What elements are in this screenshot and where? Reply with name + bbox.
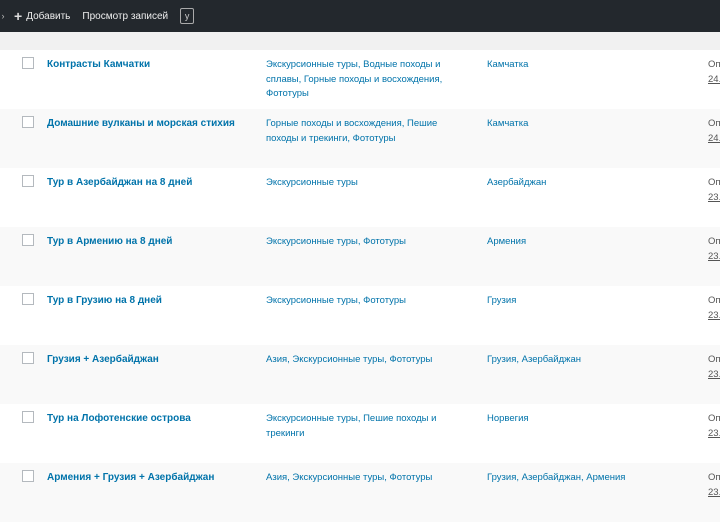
post-status: Оп [708,295,720,306]
post-region[interactable]: Норвегия [487,412,687,427]
post-status: Оп [708,59,720,70]
post-categories[interactable]: Экскурсионные туры, Пешие походы и треки… [266,412,466,441]
post-date[interactable]: 23. [708,191,720,206]
add-new-label: Добавить [26,10,71,22]
post-categories[interactable]: Горные походы и восхождения, Пешие поход… [266,117,466,146]
post-categories[interactable]: Азия, Экскурсионные туры, Фототуры [266,353,466,368]
post-title-link[interactable]: Грузия + Азербайджан [47,353,257,367]
post-title-link[interactable]: Тур в Армению на 8 дней [47,235,257,249]
post-date[interactable]: 23. [708,427,720,442]
post-region[interactable]: Камчатка [487,117,687,132]
list-top-spacer [0,32,720,50]
post-date-cell: Оп 23. [708,353,720,382]
post-title-link[interactable]: Домашние вулканы и морская стихия [47,117,257,131]
table-row: Тур в Азербайджан на 8 дней Экскурсионны… [0,168,720,227]
post-categories[interactable]: Экскурсионные туры, Фототуры [266,294,466,309]
post-title-link[interactable]: Тур на Лофотенские острова [47,412,257,426]
yoast-seo-button[interactable]: y [180,8,195,24]
post-date[interactable]: 24. [708,132,720,147]
row-checkbox[interactable] [22,116,34,128]
post-title-link[interactable]: Тур в Грузию на 8 дней [47,294,257,308]
post-date-cell: Оп 23. [708,235,720,264]
menu-arrow-icon[interactable]: › [0,9,6,23]
post-date[interactable]: 23. [708,309,720,324]
post-title-link[interactable]: Армения + Грузия + Азербайджан [47,471,257,485]
post-date-cell: Оп 23. [708,176,720,205]
post-date[interactable]: 23. [708,250,720,265]
post-region[interactable]: Камчатка [487,58,687,73]
table-row: Домашние вулканы и морская стихия Горные… [0,109,720,168]
post-region[interactable]: Азербайджан [487,176,687,191]
post-status: Оп [708,236,720,247]
post-region[interactable]: Грузия [487,294,687,309]
post-date[interactable]: 24. [708,73,720,88]
post-title-link[interactable]: Тур в Азербайджан на 8 дней [47,176,257,190]
row-checkbox[interactable] [22,175,34,187]
view-posts-label: Просмотр записей [82,10,169,22]
yoast-icon: y [180,8,195,24]
post-categories[interactable]: Экскурсионные туры, Фототуры [266,235,466,250]
add-new-button[interactable]: + Добавить [14,8,70,24]
post-date-cell: Оп 24. [708,58,720,87]
post-date-cell: Оп 23. [708,294,720,323]
row-checkbox[interactable] [22,234,34,246]
post-categories[interactable]: Экскурсионные туры, Водные походы и спла… [266,58,466,102]
post-date-cell: Оп 23. [708,471,720,500]
row-checkbox[interactable] [22,352,34,364]
post-status: Оп [708,118,720,129]
post-date[interactable]: 23. [708,368,720,383]
post-categories[interactable]: Азия, Экскурсионные туры, Фототуры [266,471,466,486]
row-checkbox[interactable] [22,57,34,69]
post-region[interactable]: Армения [487,235,687,250]
post-date[interactable]: 23. [708,486,720,501]
post-region[interactable]: Грузия, Азербайджан [487,353,687,368]
plus-icon: + [14,8,23,24]
post-date-cell: Оп 24. [708,117,720,146]
post-status: Оп [708,472,720,483]
posts-table: Контрасты Камчатки Экскурсионные туры, В… [0,50,720,522]
post-categories[interactable]: Экскурсионные туры [266,176,466,191]
admin-bar: › + Добавить Просмотр записей y [0,0,720,32]
post-title-link[interactable]: Контрасты Камчатки [47,58,257,72]
row-checkbox[interactable] [22,470,34,482]
post-date-cell: Оп 23. [708,412,720,441]
table-row: Тур на Лофотенские острова Экскурсионные… [0,404,720,463]
table-row: Грузия + Азербайджан Азия, Экскурсионные… [0,345,720,404]
row-checkbox[interactable] [22,411,34,423]
post-status: Оп [708,177,720,188]
view-posts-link[interactable]: Просмотр записей [82,11,168,22]
post-region[interactable]: Грузия, Азербайджан, Армения [487,471,687,486]
table-row: Армения + Грузия + Азербайджан Азия, Экс… [0,463,720,522]
table-row: Контрасты Камчатки Экскурсионные туры, В… [0,50,720,109]
table-row: Тур в Армению на 8 дней Экскурсионные ту… [0,227,720,286]
row-checkbox[interactable] [22,293,34,305]
table-row: Тур в Грузию на 8 дней Экскурсионные тур… [0,286,720,345]
post-status: Оп [708,413,720,424]
post-status: Оп [708,354,720,365]
